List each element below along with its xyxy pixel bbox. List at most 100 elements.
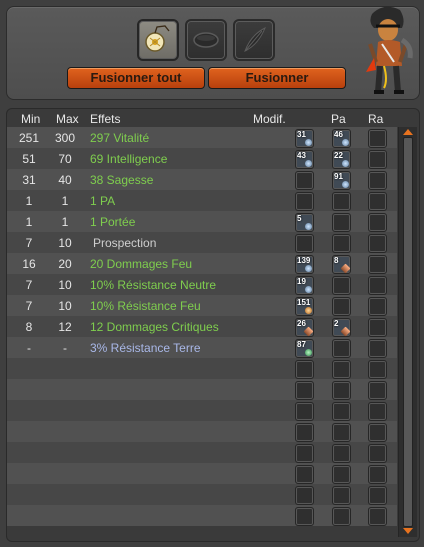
scroll-down-arrow-icon[interactable]	[403, 528, 413, 534]
table-row: 7 10 10% Résistance Neutre 19	[7, 274, 397, 295]
modif-slot[interactable]: 19	[295, 276, 314, 295]
modif-slot[interactable]: 87	[295, 339, 314, 358]
modif-slot[interactable]	[295, 360, 314, 379]
max-value: 300	[54, 131, 76, 145]
pa-slot[interactable]	[332, 381, 351, 400]
min-value: 16	[22, 257, 36, 271]
effect-label: 297 Vitalité	[90, 131, 150, 145]
pa-slot[interactable]	[332, 192, 351, 211]
modif-slot[interactable]: 151	[295, 297, 314, 316]
modif-slot[interactable]	[295, 381, 314, 400]
modif-slot[interactable]: 43	[295, 150, 314, 169]
header-effects: Effets	[90, 112, 121, 126]
modif-slot[interactable]	[295, 423, 314, 442]
ra-slot[interactable]	[368, 276, 387, 295]
rune-count: 2	[334, 319, 339, 328]
pa-slot[interactable]	[332, 423, 351, 442]
ra-slot[interactable]	[368, 465, 387, 484]
modif-slot[interactable]	[295, 171, 314, 190]
effect-label: 1 PA	[90, 194, 116, 208]
ra-slot[interactable]	[368, 255, 387, 274]
merge-all-button[interactable]: Fusionner tout	[67, 67, 205, 89]
belt-slot[interactable]	[185, 19, 227, 61]
modif-slot[interactable]	[295, 402, 314, 421]
pa-slot[interactable]: 91	[332, 171, 351, 190]
ra-slot[interactable]	[368, 150, 387, 169]
ra-slot[interactable]	[368, 129, 387, 148]
pa-slot[interactable]: 22	[332, 150, 351, 169]
rune-count: 151	[297, 298, 311, 307]
ra-slot[interactable]	[368, 360, 387, 379]
amulet-slot[interactable]	[137, 19, 179, 61]
rune-count: 26	[297, 319, 306, 328]
pa-slot[interactable]	[332, 276, 351, 295]
modif-slot[interactable]: 26	[295, 318, 314, 337]
pa-slot[interactable]	[332, 213, 351, 232]
max-value: 10	[58, 236, 72, 250]
ra-slot[interactable]	[368, 297, 387, 316]
ra-slot[interactable]	[368, 192, 387, 211]
pa-slot[interactable]	[332, 297, 351, 316]
rune-count: 43	[297, 151, 306, 160]
pa-slot[interactable]	[332, 444, 351, 463]
table-row: 251 300 297 Vitalité 31 46	[7, 127, 397, 148]
feather-icon	[244, 26, 266, 53]
ra-slot[interactable]	[368, 318, 387, 337]
ra-slot[interactable]	[368, 423, 387, 442]
rune-count: 8	[334, 256, 339, 265]
ra-slot[interactable]	[368, 402, 387, 421]
rune-count: 31	[297, 130, 306, 139]
min-value: 8	[25, 320, 33, 334]
min-value: 1	[25, 215, 33, 229]
pa-slot[interactable]	[332, 507, 351, 526]
pa-slot[interactable]: 46	[332, 129, 351, 148]
table-row: - - 3% Résistance Terre 87	[7, 337, 397, 358]
max-value: 40	[58, 173, 72, 187]
pa-slot[interactable]	[332, 486, 351, 505]
effect-label: 3% Résistance Terre	[90, 341, 201, 355]
max-value: 1	[61, 194, 69, 208]
modif-slot[interactable]	[295, 486, 314, 505]
rune-count: 139	[297, 256, 311, 265]
modif-slot[interactable]	[295, 465, 314, 484]
scroll-thumb[interactable]	[403, 137, 413, 527]
ra-slot[interactable]	[368, 486, 387, 505]
ra-slot[interactable]	[368, 507, 387, 526]
min-value: 31	[22, 173, 36, 187]
pa-slot[interactable]: 2	[332, 318, 351, 337]
min-value: 251	[18, 131, 40, 145]
max-value: 70	[58, 152, 72, 166]
pa-slot[interactable]	[332, 360, 351, 379]
merge-button[interactable]: Fusionner	[208, 67, 346, 89]
vertical-scrollbar[interactable]	[398, 127, 417, 537]
pa-slot[interactable]	[332, 339, 351, 358]
ra-slot[interactable]	[368, 234, 387, 253]
pa-slot[interactable]	[332, 234, 351, 253]
modif-slot[interactable]	[295, 507, 314, 526]
modif-slot[interactable]: 139	[295, 255, 314, 274]
pa-slot[interactable]	[332, 402, 351, 421]
max-value: 10	[58, 278, 72, 292]
modif-slot[interactable]	[295, 234, 314, 253]
header-ra: Ra	[368, 112, 384, 126]
ra-slot[interactable]	[368, 171, 387, 190]
table-row: 31 40 38 Sagesse 91	[7, 169, 397, 190]
belt-icon	[193, 32, 219, 48]
pa-slot[interactable]	[332, 465, 351, 484]
table-row	[7, 442, 397, 463]
scroll-up-arrow-icon[interactable]	[403, 129, 413, 135]
table-row: 7 10 Prospection	[7, 232, 397, 253]
ra-slot[interactable]	[368, 213, 387, 232]
modif-slot[interactable]	[295, 444, 314, 463]
header-max: Max	[56, 112, 79, 126]
modif-slot[interactable]: 31	[295, 129, 314, 148]
modif-slot[interactable]: 5	[295, 213, 314, 232]
feather-slot[interactable]	[233, 19, 275, 61]
effect-label: 1 Portée	[90, 215, 136, 229]
modif-slot[interactable]	[295, 192, 314, 211]
effect-label: 38 Sagesse	[90, 173, 154, 187]
ra-slot[interactable]	[368, 381, 387, 400]
pa-slot[interactable]: 8	[332, 255, 351, 274]
ra-slot[interactable]	[368, 339, 387, 358]
ra-slot[interactable]	[368, 444, 387, 463]
